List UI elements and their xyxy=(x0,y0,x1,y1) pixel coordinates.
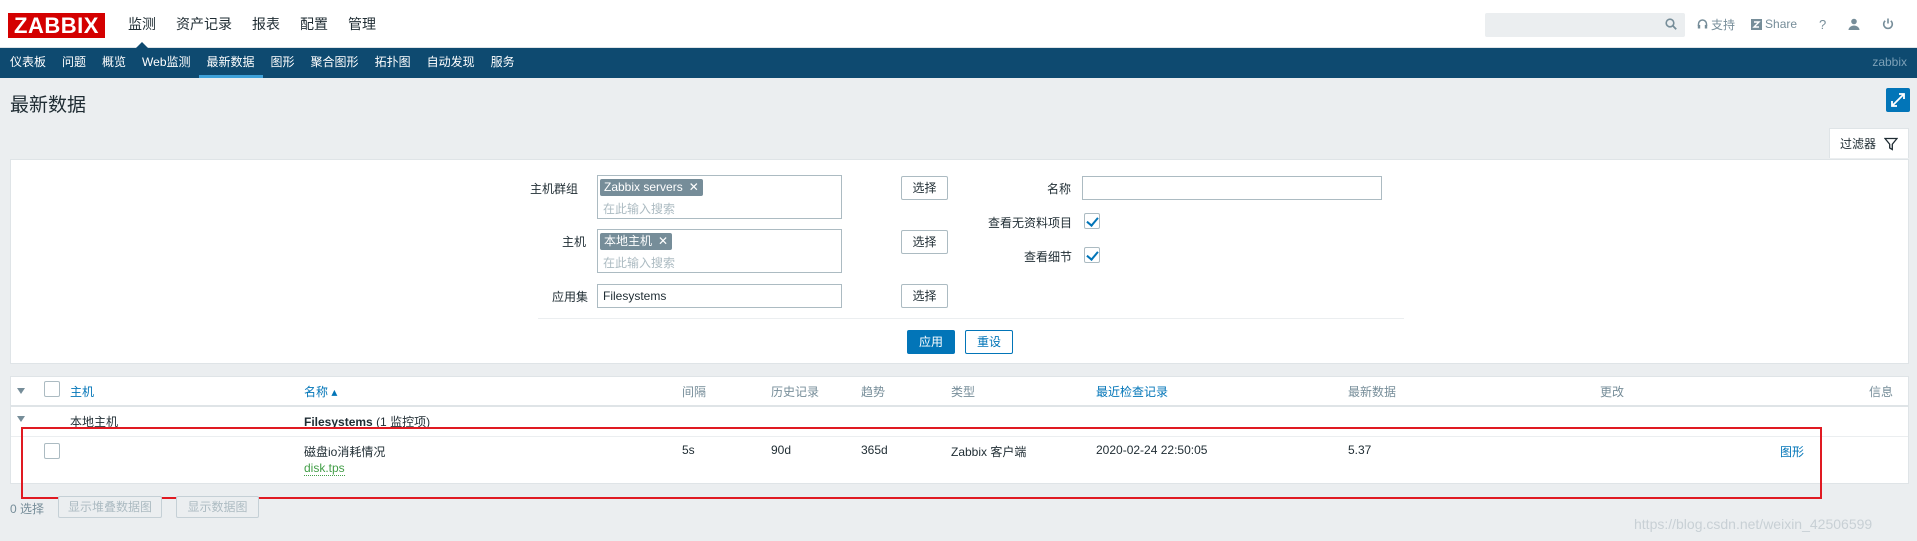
search-icon[interactable] xyxy=(1665,18,1677,30)
power-icon xyxy=(1883,18,1894,30)
show-without-data-label: 查看无资料项目 xyxy=(988,216,1073,230)
header-trends: 趋势 xyxy=(861,385,886,399)
highlight-annotation-box xyxy=(21,427,1822,499)
share-link[interactable]: Share xyxy=(1751,17,1797,31)
menu-reports[interactable]: 报表 xyxy=(242,0,290,48)
submenu-problems[interactable]: 问题 xyxy=(54,48,94,78)
show-details-label: 查看细节 xyxy=(1024,250,1073,264)
reset-button[interactable]: 重设 xyxy=(965,330,1013,354)
watermark: https://blog.csdn.net/weixin_42506599 xyxy=(1634,516,1873,532)
menu-monitoring[interactable]: 监测 xyxy=(118,0,166,48)
host-select-button[interactable]: 选择 xyxy=(901,230,948,254)
host-group-tag: Zabbix servers ✕ xyxy=(600,179,703,196)
help-icon: ? xyxy=(1819,16,1827,32)
host-label: 主机 xyxy=(562,235,587,249)
headset-icon xyxy=(1697,18,1708,28)
application-input[interactable]: Filesystems xyxy=(597,284,842,308)
header-tools: 支持 Share ? xyxy=(1697,0,1910,48)
application-select-button[interactable]: 选择 xyxy=(901,284,948,308)
name-label: 名称 xyxy=(1047,182,1072,196)
host-group-label: 主机群组 xyxy=(530,182,579,196)
menu-configuration[interactable]: 配置 xyxy=(290,0,338,48)
logout-button[interactable] xyxy=(1882,18,1894,30)
header-type: 类型 xyxy=(951,385,976,399)
host-group-select-button[interactable]: 选择 xyxy=(901,176,948,200)
host-group-search-placeholder[interactable]: 在此输入搜索 xyxy=(603,200,675,217)
fullscreen-button[interactable] xyxy=(1886,88,1910,112)
header-host[interactable]: 主机 xyxy=(70,383,94,400)
host-tag-label: 本地主机 xyxy=(604,234,653,248)
host-search-placeholder[interactable]: 在此输入搜索 xyxy=(603,254,675,271)
header-name[interactable]: 名称 ▴ xyxy=(304,383,337,400)
help-button[interactable]: ? xyxy=(1819,17,1826,32)
zabbix-logo[interactable]: ZABBIX xyxy=(8,13,105,38)
sub-menu: 仪表板 问题 概览 Web监测 最新数据 图形 聚合图形 拓扑图 自动发现 服务 xyxy=(0,48,523,78)
selected-count: 0 选择 xyxy=(10,502,45,516)
remove-tag-icon[interactable]: ✕ xyxy=(689,179,699,196)
filter-tab-label: 过滤器 xyxy=(1840,137,1877,151)
show-stacked-graph-button[interactable]: 显示堆叠数据图 xyxy=(58,496,162,518)
application-label: 应用集 xyxy=(552,290,589,304)
show-without-data-checkbox[interactable] xyxy=(1084,213,1100,229)
submenu-graphs[interactable]: 图形 xyxy=(263,48,303,78)
share-label: Share xyxy=(1765,17,1798,31)
support-link[interactable]: 支持 xyxy=(1697,16,1735,33)
submenu-web[interactable]: Web监测 xyxy=(134,48,198,78)
submenu-overview[interactable]: 概览 xyxy=(94,48,134,78)
header-last-check[interactable]: 最近检查记录 xyxy=(1096,383,1168,400)
header-change: 更改 xyxy=(1600,385,1625,399)
filter-tab[interactable]: 过滤器 xyxy=(1829,128,1909,158)
support-label: 支持 xyxy=(1711,17,1736,32)
apply-button[interactable]: 应用 xyxy=(907,330,955,354)
host-group-multiselect[interactable]: Zabbix servers ✕ 在此输入搜索 xyxy=(597,175,842,219)
header-info: 信息 xyxy=(1869,385,1894,399)
submenu-dashboard[interactable]: 仪表板 xyxy=(0,48,54,78)
show-graph-button[interactable]: 显示数据图 xyxy=(176,496,259,518)
filter-icon xyxy=(1884,137,1899,151)
select-all-checkbox[interactable] xyxy=(44,381,60,397)
global-search-input[interactable] xyxy=(1485,13,1685,37)
current-user: zabbix xyxy=(1872,55,1907,69)
submenu-services[interactable]: 服务 xyxy=(483,48,523,78)
filter-panel: 主机群组 Zabbix servers ✕ 在此输入搜索 选择 主机 本地主机 … xyxy=(10,159,1909,364)
submenu-maps[interactable]: 拓扑图 xyxy=(367,48,419,78)
submenu-screens[interactable]: 聚合图形 xyxy=(303,48,367,78)
sub-menu-bar: 仪表板 问题 概览 Web监测 最新数据 图形 聚合图形 拓扑图 自动发现 服务… xyxy=(0,48,1917,78)
host-group-tag-label: Zabbix servers xyxy=(604,180,683,194)
top-header: ZABBIX 监测 资产记录 报表 配置 管理 支持 Share ? xyxy=(0,0,1917,48)
menu-inventory[interactable]: 资产记录 xyxy=(166,0,242,48)
share-z-icon xyxy=(1751,18,1763,30)
collapse-all-icon[interactable] xyxy=(17,388,25,394)
page-title: 最新数据 xyxy=(10,95,87,116)
header-divider xyxy=(11,405,1908,407)
remove-tag-icon[interactable]: ✕ xyxy=(658,233,668,250)
header-interval: 间隔 xyxy=(682,385,707,399)
host-tag: 本地主机 ✕ xyxy=(600,233,673,250)
header-history: 历史记录 xyxy=(771,385,820,399)
header-last-value: 最新数据 xyxy=(1348,385,1397,399)
host-multiselect[interactable]: 本地主机 ✕ 在此输入搜索 xyxy=(597,229,842,273)
main-menu: 监测 资产记录 报表 配置 管理 xyxy=(118,0,386,48)
submenu-discovery[interactable]: 自动发现 xyxy=(419,48,483,78)
profile-button[interactable] xyxy=(1848,18,1860,30)
expand-icon xyxy=(1891,93,1905,107)
name-input[interactable] xyxy=(1082,176,1382,200)
collapse-group-icon[interactable] xyxy=(17,416,25,422)
show-details-checkbox[interactable] xyxy=(1084,247,1100,263)
filter-divider xyxy=(538,318,1404,319)
submenu-latest-data[interactable]: 最新数据 xyxy=(198,48,263,78)
user-icon xyxy=(1848,18,1860,30)
menu-administration[interactable]: 管理 xyxy=(338,0,386,48)
